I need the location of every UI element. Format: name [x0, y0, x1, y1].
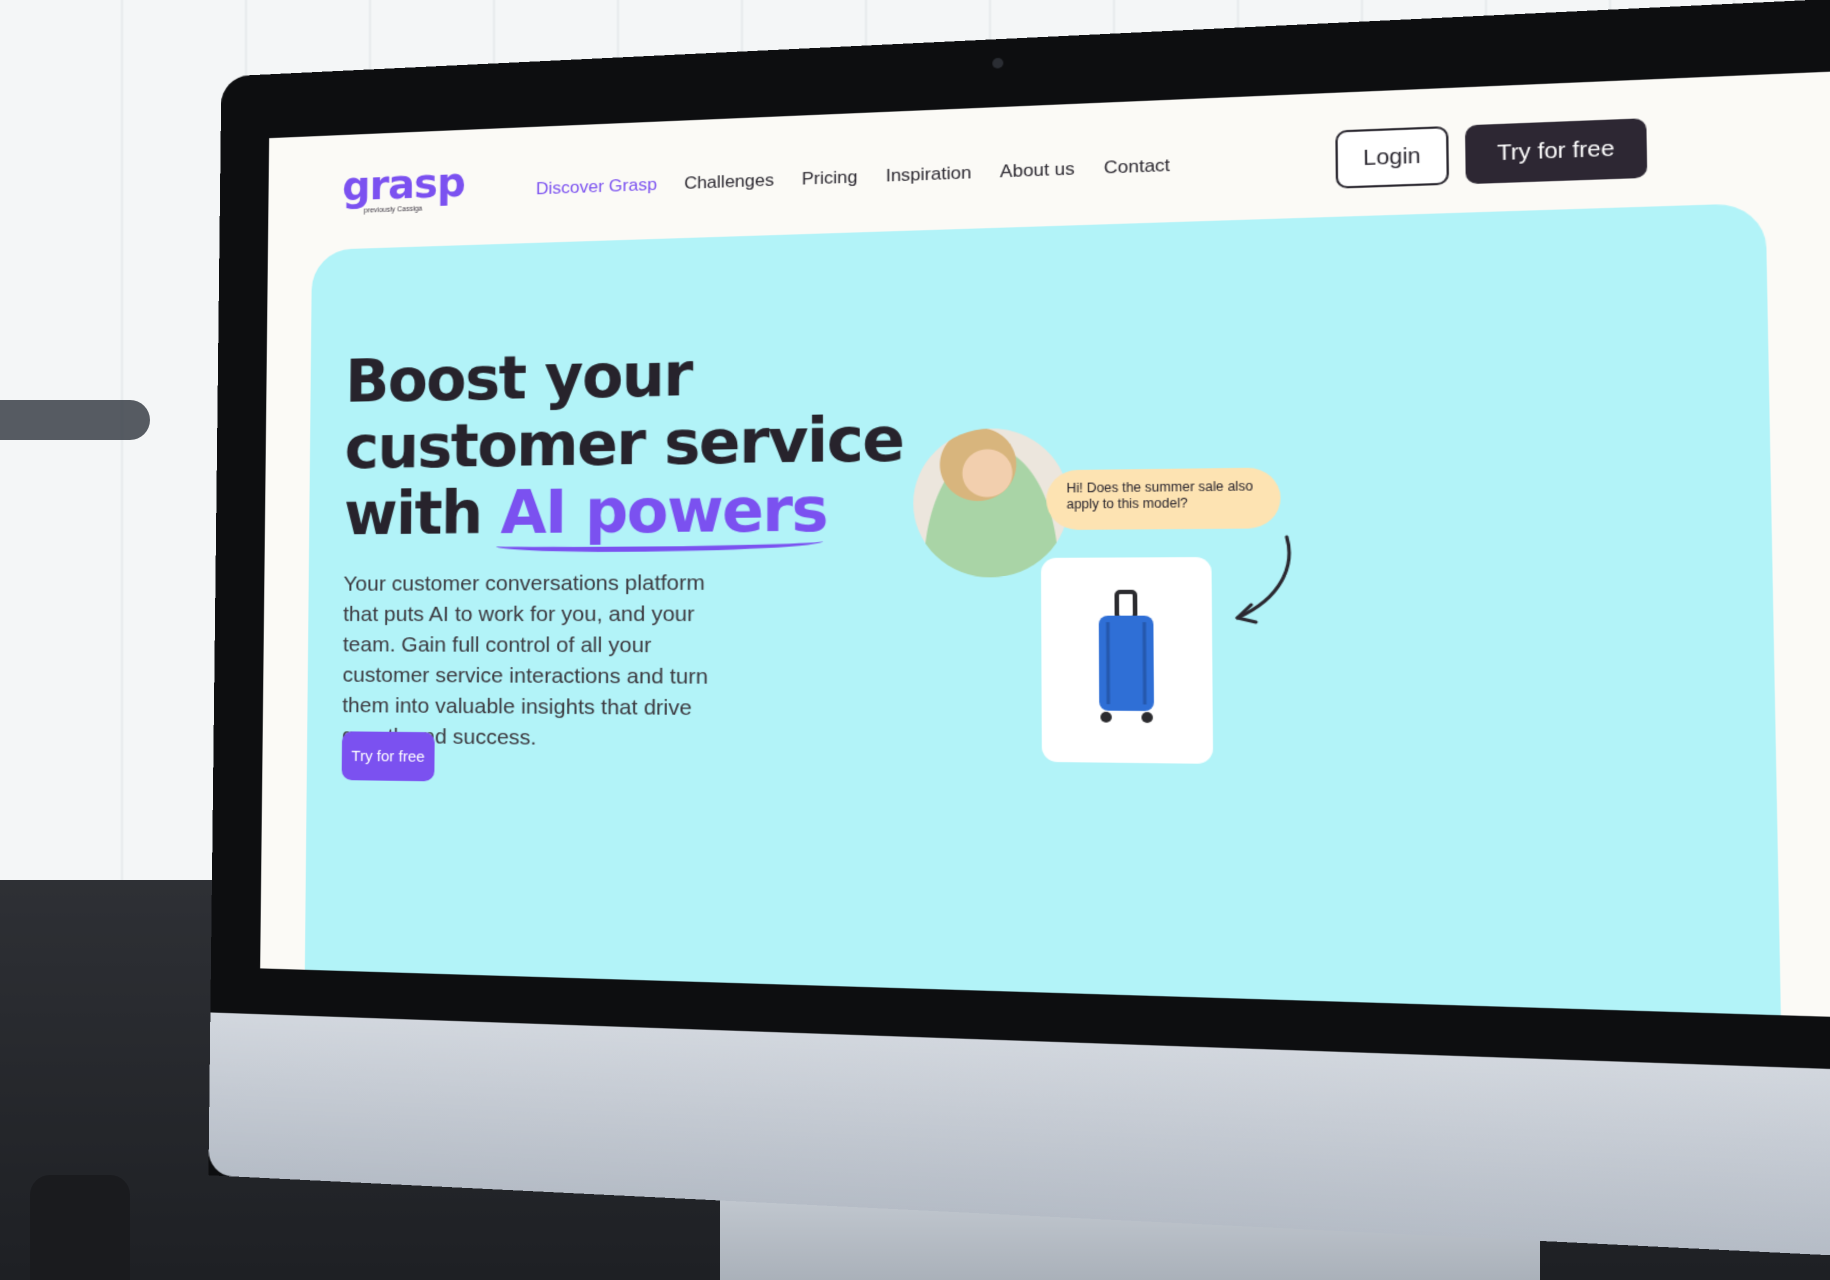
logo-text: grasp — [341, 159, 465, 211]
hero-title-highlight: AI powers — [496, 474, 827, 553]
nav-link-contact[interactable]: Contact — [1104, 155, 1170, 179]
nav-links: Discover Grasp Challenges Pricing Inspir… — [536, 155, 1170, 199]
hero-title-line-2: customer service — [344, 403, 904, 483]
hero-title-prefix: with — [343, 478, 501, 549]
nav-link-about-us[interactable]: About us — [1000, 159, 1075, 183]
logo[interactable]: grasp previously Cassiga — [342, 160, 465, 216]
nav-link-challenges[interactable]: Challenges — [684, 170, 774, 194]
nav-link-inspiration[interactable]: Inspiration — [886, 163, 972, 187]
try-for-free-hero-button[interactable]: Try for free — [341, 731, 435, 782]
hero-title-line-1: Boost your — [345, 339, 692, 416]
suitcase-icon — [1098, 590, 1154, 723]
background-lamp — [0, 400, 150, 440]
chat-bubble: Hi! Does the summer sale also apply to t… — [1046, 467, 1281, 531]
login-button[interactable]: Login — [1335, 125, 1450, 189]
website-screen: grasp previously Cassiga Discover Grasp … — [260, 71, 1830, 1018]
try-for-free-nav-button[interactable]: Try for free — [1464, 118, 1648, 185]
nav-link-pricing[interactable]: Pricing — [802, 167, 858, 190]
curved-arrow-icon — [1223, 533, 1305, 631]
hero-title: Boost your customer service with AI powe… — [343, 335, 904, 553]
monitor: grasp previously Cassiga Discover Grasp … — [208, 0, 1830, 1260]
hero-title-line-3: with AI powers — [343, 474, 904, 553]
highlight-underline — [496, 534, 823, 553]
product-card — [1040, 557, 1214, 764]
nav-link-discover-grasp[interactable]: Discover Grasp — [536, 175, 657, 200]
hero-section: Boost your customer service with AI powe… — [304, 202, 1782, 1018]
background-cup — [30, 1175, 130, 1280]
hero-description: Your customer conversations platform tha… — [341, 571, 708, 750]
